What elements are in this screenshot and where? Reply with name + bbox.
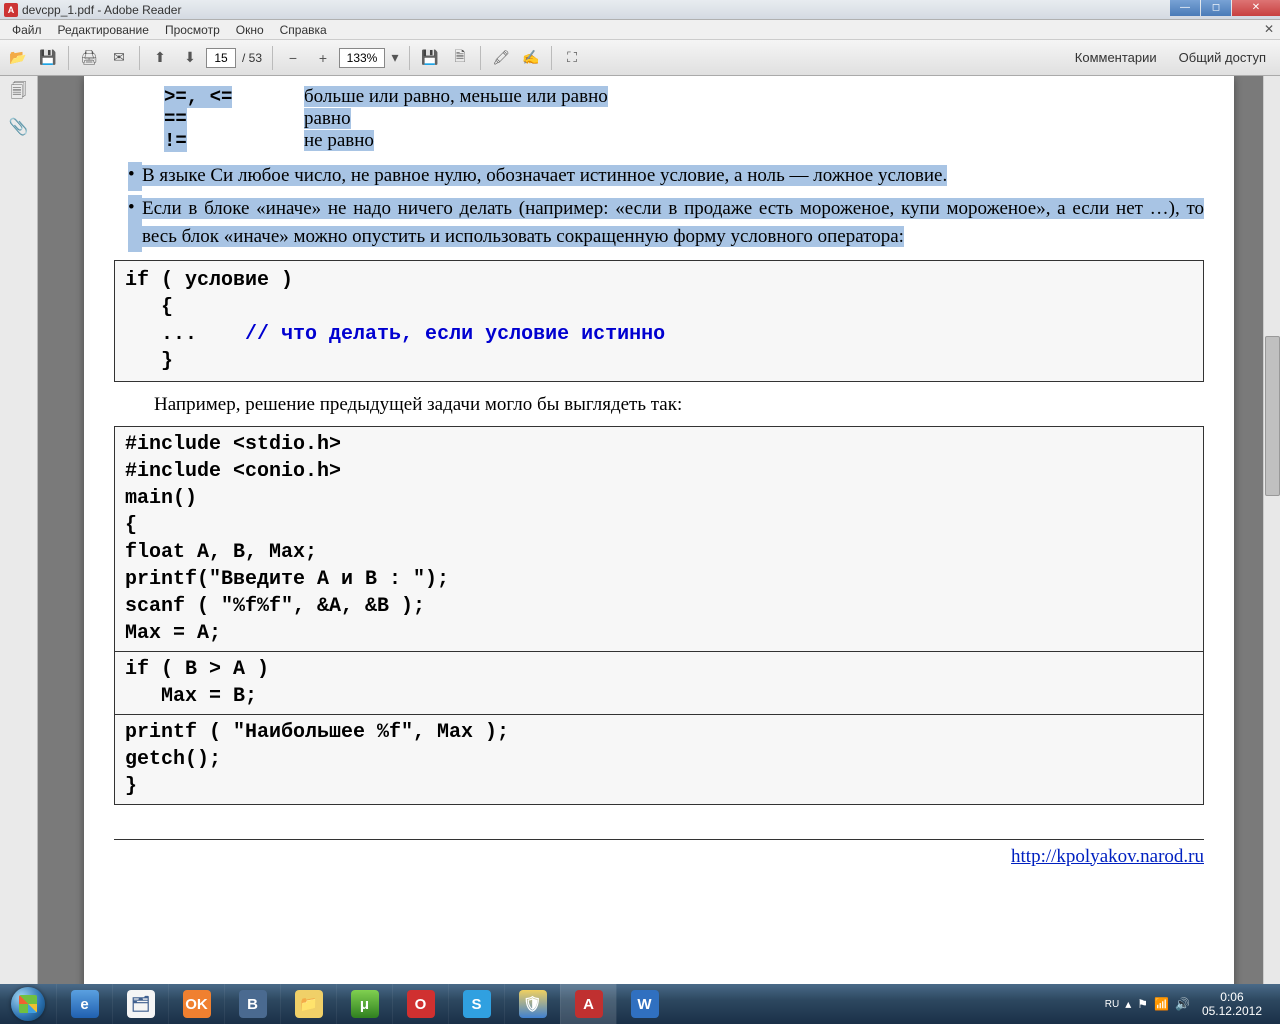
- minimize-button[interactable]: —: [1170, 0, 1200, 16]
- highlight-icon[interactable]: 🖍: [487, 44, 515, 72]
- skype-icon: S: [463, 990, 491, 1018]
- save-icon[interactable]: 💾: [34, 44, 62, 72]
- task-folder[interactable]: 📁: [280, 984, 336, 1024]
- page-up-icon[interactable]: ⬆: [146, 44, 174, 72]
- task-ok[interactable]: OK: [168, 984, 224, 1024]
- task-ie[interactable]: e: [56, 984, 112, 1024]
- footer-link[interactable]: http://kpolyakov.narod.ru: [1011, 846, 1204, 867]
- separator: [139, 46, 140, 70]
- print-icon[interactable]: 🖨: [75, 44, 103, 72]
- explorer-icon: 🗂: [127, 990, 155, 1018]
- system-tray: RU ▴ ⚑ 📶 🔊 0:06 05.12.2012: [1097, 990, 1276, 1019]
- document-viewport[interactable]: >=, <=больше или равно, меньше или равно…: [38, 76, 1280, 1004]
- bullet-icon: •: [128, 195, 142, 252]
- task-word[interactable]: W: [616, 984, 672, 1024]
- read-mode-icon[interactable]: ⛶: [558, 44, 586, 72]
- save-copy-icon[interactable]: 💾: [416, 44, 444, 72]
- app-icon: A: [4, 3, 18, 17]
- separator: [409, 46, 410, 70]
- ok-icon: OK: [183, 990, 211, 1018]
- shield-icon: 🛡: [519, 990, 547, 1018]
- folder-icon: 📁: [295, 990, 323, 1018]
- bullet-2-text: Если в блоке «иначе» не надо ничего дела…: [142, 198, 1204, 248]
- sidebar: 🗐 📎: [0, 76, 38, 1004]
- attachments-icon[interactable]: 📎: [8, 116, 30, 138]
- vertical-scrollbar[interactable]: [1263, 76, 1280, 1004]
- utorrent-icon: μ: [351, 990, 379, 1018]
- share-button[interactable]: Общий доступ: [1169, 46, 1276, 69]
- windows-logo-icon: [11, 987, 45, 1021]
- opera-icon: O: [407, 990, 435, 1018]
- op-ne: !=: [164, 130, 187, 152]
- bullet-icon: •: [128, 162, 142, 191]
- close-button[interactable]: ✕: [1232, 0, 1280, 16]
- vk-icon: B: [239, 990, 267, 1018]
- page-total-label: / 53: [238, 51, 266, 65]
- separator: [68, 46, 69, 70]
- tray-up-icon[interactable]: ▴: [1125, 997, 1131, 1011]
- email-icon[interactable]: ✉: [105, 44, 133, 72]
- document-close-button[interactable]: ✕: [1264, 22, 1274, 36]
- open-file-icon[interactable]: 📂: [4, 44, 32, 72]
- language-indicator[interactable]: RU: [1105, 999, 1119, 1010]
- zoom-in-icon[interactable]: +: [309, 44, 337, 72]
- zoom-input[interactable]: [339, 48, 385, 68]
- menubar: Файл Редактирование Просмотр Окно Справк…: [0, 20, 1280, 40]
- titlebar: A devcpp_1.pdf - Adobe Reader — ◻ ✕: [0, 0, 1280, 20]
- code-block-2: #include <stdio.h> #include <conio.h> ma…: [114, 426, 1204, 805]
- thumbnails-icon[interactable]: 🗐: [8, 82, 30, 104]
- paragraph: Например, решение предыдущей задачи могл…: [154, 394, 1204, 416]
- taskbar: e 🗂 OK B 📁 μ O S 🛡 A W RU ▴ ⚑ 📶 🔊 0:06 0…: [0, 984, 1280, 1024]
- menu-window[interactable]: Окно: [228, 21, 272, 39]
- scroll-thumb[interactable]: [1265, 336, 1280, 496]
- code-block-1: if ( условие ) { ... // что делать, если…: [114, 260, 1204, 382]
- task-explorer[interactable]: 🗂: [112, 984, 168, 1024]
- clock-time: 0:06: [1202, 990, 1262, 1004]
- menu-help[interactable]: Справка: [272, 21, 335, 39]
- convert-icon[interactable]: 🗎: [446, 44, 474, 72]
- clock-date: 05.12.2012: [1202, 1004, 1262, 1018]
- task-pdf[interactable]: A: [560, 984, 616, 1024]
- menu-file[interactable]: Файл: [4, 21, 50, 39]
- page-down-icon[interactable]: ⬇: [176, 44, 204, 72]
- task-vk[interactable]: B: [224, 984, 280, 1024]
- sign-icon[interactable]: ✍: [517, 44, 545, 72]
- toolbar: 📂 💾 🖨 ✉ ⬆ ⬇ / 53 − + ▾ 💾 🗎 🖍 ✍ ⛶ Коммент…: [0, 40, 1280, 76]
- task-shield[interactable]: 🛡: [504, 984, 560, 1024]
- maximize-button[interactable]: ◻: [1201, 0, 1231, 16]
- menu-edit[interactable]: Редактирование: [50, 21, 157, 39]
- footer: http://kpolyakov.narod.ru: [114, 839, 1204, 868]
- zoom-dropdown-icon[interactable]: ▾: [387, 44, 403, 72]
- start-button[interactable]: [0, 984, 56, 1024]
- window-title: devcpp_1.pdf - Adobe Reader: [22, 3, 181, 17]
- task-utorrent[interactable]: μ: [336, 984, 392, 1024]
- op-eq-desc: равно: [304, 108, 351, 129]
- op-eq: ==: [164, 108, 187, 130]
- tray-flag-icon[interactable]: ⚑: [1137, 997, 1148, 1011]
- op-ge-le-desc: больше или равно, меньше или равно: [304, 86, 608, 107]
- page-number-input[interactable]: [206, 48, 236, 68]
- pdf-page: >=, <=больше или равно, меньше или равно…: [84, 76, 1234, 1004]
- menu-view[interactable]: Просмотр: [157, 21, 228, 39]
- separator: [480, 46, 481, 70]
- op-ne-desc: не равно: [304, 130, 374, 151]
- bullet-1-text: В языке Си любое число, не равное нулю, …: [142, 165, 947, 186]
- separator: [272, 46, 273, 70]
- comments-button[interactable]: Комментарии: [1065, 46, 1167, 69]
- pdf-icon: A: [575, 990, 603, 1018]
- word-icon: W: [631, 990, 659, 1018]
- tray-volume-icon[interactable]: 🔊: [1175, 997, 1190, 1011]
- zoom-out-icon[interactable]: −: [279, 44, 307, 72]
- task-skype[interactable]: S: [448, 984, 504, 1024]
- separator: [551, 46, 552, 70]
- ie-icon: e: [71, 990, 99, 1018]
- task-opera[interactable]: O: [392, 984, 448, 1024]
- tray-network-icon[interactable]: 📶: [1154, 997, 1169, 1011]
- clock[interactable]: 0:06 05.12.2012: [1196, 990, 1268, 1019]
